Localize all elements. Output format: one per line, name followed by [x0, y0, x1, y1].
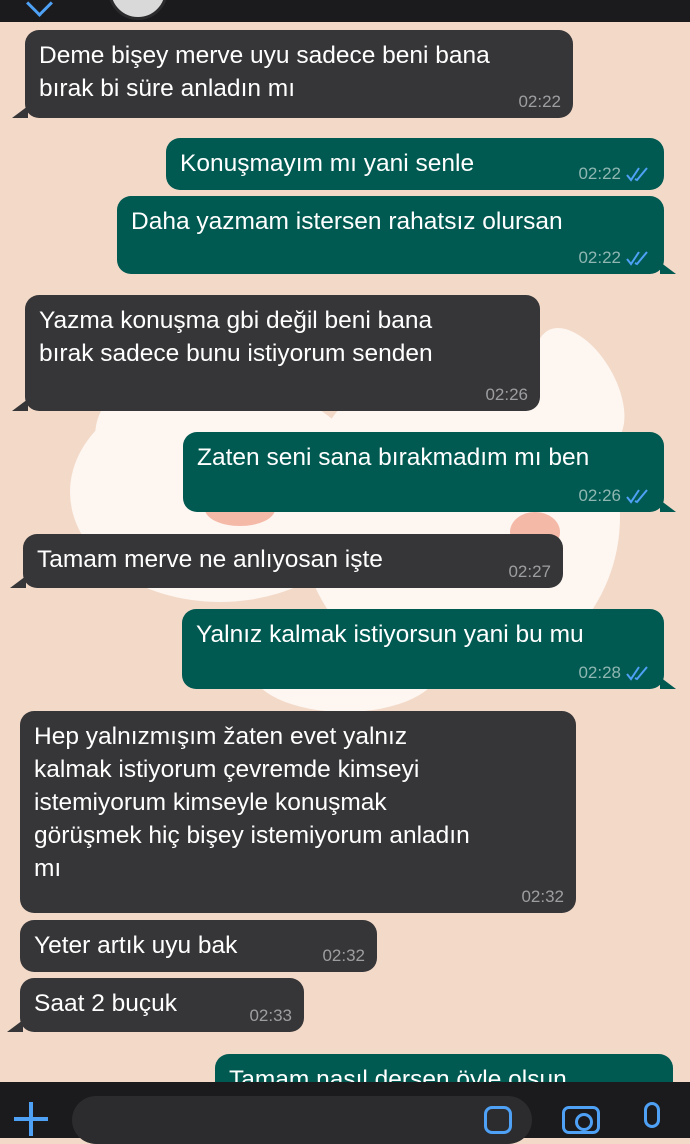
bubble-tail — [660, 500, 676, 512]
microphone-icon[interactable] — [644, 1102, 660, 1128]
bubble-tail — [10, 576, 26, 588]
bubble-tail — [660, 677, 676, 689]
bubble-tail — [660, 262, 676, 274]
message-time: 02:22 — [578, 164, 621, 183]
message-text: Tamam nasıl dersen öyle olsun — [229, 1066, 567, 1082]
message-text: Yalnız kalmak istiyorsun yani bu mu — [196, 621, 584, 648]
message-text: Yazma konuşma gbi değil beni bana bırak … — [39, 307, 433, 367]
message-input[interactable] — [72, 1096, 532, 1144]
message-list[interactable]: Deme bişey merve uyu sadece beni bana bı… — [0, 22, 690, 1082]
message-bubble[interactable]: Tamam merve ne anlıyosan işte 02:27 — [23, 534, 563, 588]
bubble-tail — [12, 106, 28, 118]
message-bubble[interactable]: Tamam nasıl dersen öyle olsun — [215, 1054, 673, 1082]
message-time: 02:27 — [508, 562, 551, 581]
message-bubble[interactable]: Zaten seni sana bırakmadım mı ben 02:26 — [183, 432, 664, 512]
message-text: Zaten seni sana bırakmadım mı ben — [197, 444, 590, 471]
avatar[interactable] — [108, 0, 168, 20]
message-bubble[interactable]: Yalnız kalmak istiyorsun yani bu mu 02:2… — [182, 609, 664, 689]
bubble-tail — [7, 1020, 23, 1032]
double-check-icon — [626, 666, 648, 681]
chevron-left-icon[interactable] — [26, 0, 53, 17]
message-composer — [0, 1082, 690, 1144]
double-check-icon — [626, 167, 648, 182]
message-text: Hep yalnızmışım žaten evet yalnız kalmak… — [34, 723, 470, 882]
camera-icon[interactable] — [562, 1106, 600, 1134]
message-time: 02:33 — [249, 1006, 292, 1025]
message-bubble[interactable]: Hep yalnızmışım žaten evet yalnız kalmak… — [20, 711, 576, 913]
chat-header — [0, 0, 690, 22]
message-time: 02:32 — [521, 887, 564, 906]
message-time: 02:28 — [578, 663, 621, 682]
double-check-icon — [626, 489, 648, 504]
message-time: 02:26 — [578, 486, 621, 505]
message-time: 02:22 — [518, 92, 561, 111]
message-bubble[interactable]: Konuşmayım mı yani senle 02:22 — [166, 138, 664, 190]
plus-icon[interactable] — [14, 1102, 48, 1136]
message-bubble[interactable]: Saat 2 buçuk 02:33 — [20, 978, 304, 1032]
message-text: Tamam merve ne anlıyosan işte — [37, 546, 383, 573]
message-bubble[interactable]: Yeter artık uyu bak 02:32 — [20, 920, 377, 972]
bubble-tail — [12, 399, 28, 411]
message-time: 02:22 — [578, 248, 621, 267]
message-bubble[interactable]: Deme bişey merve uyu sadece beni bana bı… — [25, 30, 573, 118]
message-text: Daha yazmam istersen rahatsız olursan — [131, 208, 563, 235]
sticker-icon[interactable] — [484, 1106, 512, 1134]
message-bubble[interactable]: Daha yazmam istersen rahatsız olursan 02… — [117, 196, 664, 274]
message-time: 02:32 — [322, 946, 365, 965]
message-text: Yeter artık uyu bak — [34, 932, 238, 959]
message-time: 02:26 — [485, 385, 528, 404]
message-bubble[interactable]: Yazma konuşma gbi değil beni bana bırak … — [25, 295, 540, 411]
double-check-icon — [626, 251, 648, 266]
message-text: Deme bişey merve uyu sadece beni bana bı… — [39, 42, 490, 102]
